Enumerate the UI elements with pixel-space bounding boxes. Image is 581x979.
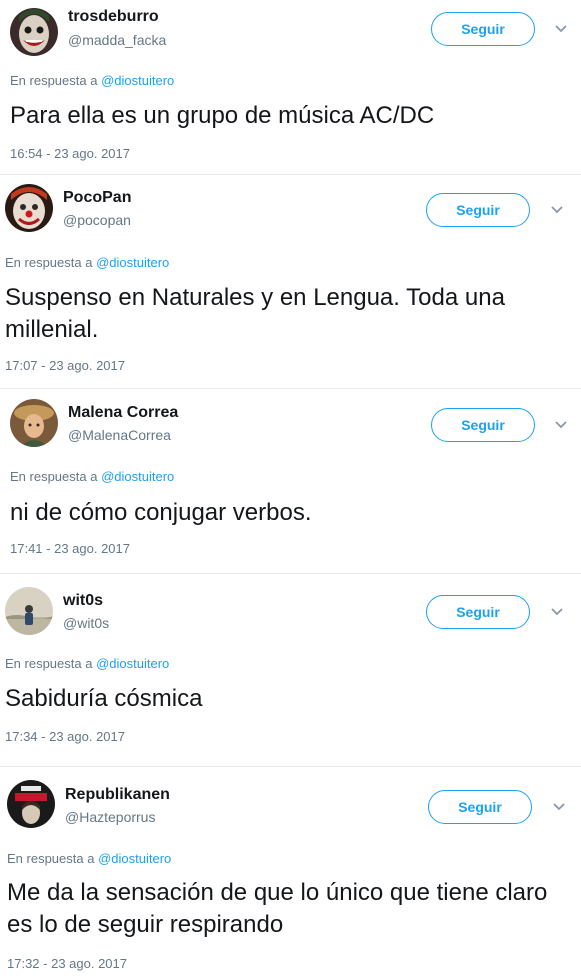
tweet-timestamp[interactable]: 16:54 - 23 ago. 2017 [10,146,130,161]
chevron-down-icon[interactable] [552,802,566,812]
tweet-timestamp[interactable]: 17:34 - 23 ago. 2017 [5,729,125,744]
tweet-timestamp[interactable]: 17:41 - 23 ago. 2017 [10,541,130,556]
reply-prefix: En respuesta a [10,469,98,484]
follow-button[interactable]: Seguir [431,12,535,46]
follow-button[interactable]: Seguir [428,790,532,824]
reply-mention-link[interactable]: @diostuitero [101,469,174,484]
reply-context: En respuesta a @diostuitero [5,255,169,270]
chevron-down-icon[interactable] [554,420,568,430]
user-handle[interactable]: @MalenaCorrea [68,427,171,443]
user-handle[interactable]: @wit0s [63,615,109,631]
user-handle[interactable]: @pocopan [63,212,131,228]
reply-prefix: En respuesta a [7,851,95,866]
follow-button[interactable]: Seguir [426,193,530,227]
user-handle[interactable]: @madda_facka [68,32,166,48]
reply-context: En respuesta a @diostuitero [10,73,174,88]
hail-satan-avatar-icon[interactable] [7,780,55,828]
user-name[interactable]: PocoPan [63,189,131,207]
tweet-text: Me da la sensación de que lo único que t… [7,879,548,938]
reply-mention-link[interactable]: @diostuitero [101,73,174,88]
reply-prefix: En respuesta a [5,255,93,270]
tweet-text: ni de cómo conjugar verbos. [10,499,312,526]
tweet-card: wit0s @wit0s Seguir En respuesta a @dios… [0,574,581,764]
user-name[interactable]: wit0s [63,592,103,610]
tweet-text: Sabiduría cósmica [5,685,203,712]
reply-prefix: En respuesta a [5,656,93,671]
tweet-timestamp[interactable]: 17:07 - 23 ago. 2017 [5,358,125,373]
tweet-timestamp[interactable]: 17:32 - 23 ago. 2017 [7,956,127,971]
reply-mention-link[interactable]: @diostuitero [98,851,171,866]
chevron-down-icon[interactable] [554,24,568,34]
tweet-card: PocoPan @pocopan Seguir En respuesta a @… [0,175,581,385]
reply-context: En respuesta a @diostuitero [5,656,169,671]
user-name[interactable]: trosdeburro [68,8,159,26]
person-landscape-avatar-icon[interactable] [5,587,53,635]
tweet-text: Para ella es un grupo de música AC/DC [10,102,435,129]
tweet-card: trosdeburro @madda_facka Seguir En respu… [0,0,581,180]
reply-context: En respuesta a @diostuitero [7,851,171,866]
user-name[interactable]: Malena Correa [68,404,178,422]
tweet-text: Suspenso en Naturales y en Lengua. Toda … [5,284,505,343]
joker-face-avatar-icon[interactable] [10,8,58,56]
user-name[interactable]: Republikanen [65,786,170,804]
tweet-card: Malena Correa @MalenaCorrea Seguir En re… [0,389,581,574]
chevron-down-icon[interactable] [550,205,564,215]
tweet-card: Republikanen @Hazteporrus Seguir En resp… [0,767,581,979]
reply-mention-link[interactable]: @diostuitero [96,656,169,671]
follow-button[interactable]: Seguir [426,595,530,629]
reply-mention-link[interactable]: @diostuitero [96,255,169,270]
chevron-down-icon[interactable] [550,607,564,617]
user-handle[interactable]: @Hazteporrus [65,809,155,825]
woman-hat-avatar-icon[interactable] [10,399,58,447]
reply-context: En respuesta a @diostuitero [10,469,174,484]
reply-prefix: En respuesta a [10,73,98,88]
follow-button[interactable]: Seguir [431,408,535,442]
clown-face-avatar-icon[interactable] [5,184,53,232]
